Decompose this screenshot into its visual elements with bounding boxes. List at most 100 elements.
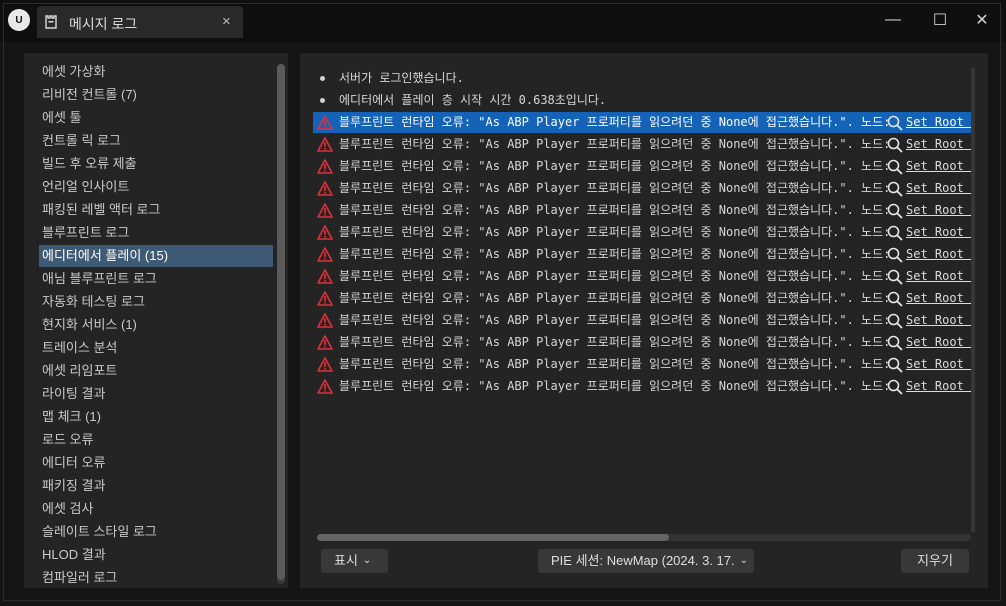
category-item[interactable]: 트레이스 분석: [39, 337, 273, 359]
log-vertical-scrollbar[interactable]: [971, 68, 975, 532]
warning-icon: [317, 335, 333, 350]
log-message-text: 블루프린트 런타임 오류: "As ABP Player 프로퍼티를 읽으려던 …: [339, 313, 891, 327]
close-window-button[interactable]: ✕: [967, 8, 997, 32]
clear-button[interactable]: 지우기: [901, 549, 969, 573]
log-error-row[interactable]: 블루프린트 런타임 오류: "As ABP Player 프로퍼티를 읽으려던 …: [313, 332, 971, 353]
node-link-text[interactable]: Set Root Motion Mode: [906, 156, 971, 177]
category-item[interactable]: 언리얼 인사이트: [39, 176, 273, 198]
log-message-text: 블루프린트 런타임 오류: "As ABP Player 프로퍼티를 읽으려던 …: [339, 137, 891, 151]
log-message-text: 블루프린트 런타임 오류: "As ABP Player 프로퍼티를 읽으려던 …: [339, 225, 891, 239]
log-error-row[interactable]: 블루프린트 런타임 오류: "As ABP Player 프로퍼티를 읽으려던 …: [313, 288, 971, 309]
node-link-text[interactable]: Set Root Motion Mode: [906, 134, 971, 155]
category-item[interactable]: 라이팅 결과: [39, 383, 273, 405]
message-log-icon: [45, 15, 57, 29]
search-icon: [887, 225, 903, 241]
warning-icon: [317, 247, 333, 262]
log-error-row[interactable]: 블루프린트 런타임 오류: "As ABP Player 프로퍼티를 읽으려던 …: [313, 112, 971, 133]
tab-close-icon[interactable]: ×: [222, 13, 231, 30]
log-error-row[interactable]: 블루프린트 런타임 오류: "As ABP Player 프로퍼티를 읽으려던 …: [313, 156, 971, 177]
category-item[interactable]: 에셋 검사: [39, 498, 273, 520]
node-link-text[interactable]: Set Root Motion Mode: [906, 332, 971, 353]
pie-session-dropdown[interactable]: PIE 세션: NewMap (2024. 3. 17. ⌄: [538, 549, 754, 573]
category-item[interactable]: 패키징 결과: [39, 475, 273, 497]
category-item[interactable]: 에셋 툴: [39, 107, 273, 129]
category-item[interactable]: 에디터에서 플레이 (15): [39, 245, 273, 267]
search-icon: [887, 159, 903, 175]
log-error-row[interactable]: 블루프린트 런타임 오류: "As ABP Player 프로퍼티를 읽으려던 …: [313, 376, 971, 397]
log-error-row[interactable]: 블루프린트 런타임 오류: "As ABP Player 프로퍼티를 읽으려던 …: [313, 134, 971, 155]
unreal-logo-icon: U: [8, 9, 30, 31]
node-link-text[interactable]: Set Root Motion Mode: [906, 310, 971, 331]
log-message-text: 블루프린트 런타임 오류: "As ABP Player 프로퍼티를 읽으려던 …: [339, 115, 891, 129]
node-link-text[interactable]: Set Root Motion Mode: [906, 112, 971, 133]
show-filter-label: 표시: [334, 553, 358, 568]
category-item[interactable]: 애님 블루프린트 로그: [39, 268, 273, 290]
category-item[interactable]: 에디터 오류: [39, 452, 273, 474]
warning-icon: [317, 225, 333, 240]
show-filter-button[interactable]: 표시 ⌄: [321, 549, 388, 573]
log-message-text: 블루프린트 런타임 오류: "As ABP Player 프로퍼티를 읽으려던 …: [339, 379, 891, 393]
log-horizontal-scrollbar[interactable]: [317, 534, 971, 541]
pie-session-label: PIE 세션: NewMap (2024. 3. 17.: [551, 553, 735, 568]
log-error-row[interactable]: 블루프린트 런타임 오류: "As ABP Player 프로퍼티를 읽으려던 …: [313, 354, 971, 375]
search-icon: [887, 269, 903, 285]
log-error-row[interactable]: 블루프린트 런타임 오류: "As ABP Player 프로퍼티를 읽으려던 …: [313, 178, 971, 199]
log-message-text: 블루프린트 런타임 오류: "As ABP Player 프로퍼티를 읽으려던 …: [339, 181, 891, 195]
message-log-window: U 메시지 로그 × — ☐ ✕ 에셋 가상화 리비전 컨트롤 (7) 에셋 툴 컨트…: [0, 0, 1006, 606]
search-icon: [887, 115, 903, 131]
warning-icon: [317, 137, 333, 152]
category-item[interactable]: 맵 체크 (1): [39, 406, 273, 428]
log-message-text: 블루프린트 런타임 오류: "As ABP Player 프로퍼티를 읽으려던 …: [339, 291, 891, 305]
log-message-text: 에디터에서 플레이 층 시작 시간 0.638초입니다.: [339, 93, 607, 107]
category-item[interactable]: 컴파일러 로그: [39, 567, 273, 588]
category-item[interactable]: 컨트롤 릭 로그: [39, 130, 273, 152]
warning-icon: [317, 115, 333, 130]
warning-icon: [317, 357, 333, 372]
category-item[interactable]: 로드 오류: [39, 429, 273, 451]
category-item[interactable]: HLOD 결과: [39, 544, 273, 566]
category-item[interactable]: 자동화 테스팅 로그: [39, 291, 273, 313]
node-link-text[interactable]: Set Root Motion Mode: [906, 178, 971, 199]
tab-message-log[interactable]: 메시지 로그 ×: [37, 6, 243, 38]
tab-title: 메시지 로그: [69, 16, 138, 32]
node-link-text[interactable]: Set Root Motion Mode: [906, 222, 971, 243]
log-error-row[interactable]: 블루프린트 런타임 오류: "As ABP Player 프로퍼티를 읽으려던 …: [313, 244, 971, 265]
log-error-row[interactable]: 블루프린트 런타임 오류: "As ABP Player 프로퍼티를 읽으려던 …: [313, 200, 971, 221]
category-item[interactable]: 현지화 서비스 (1): [39, 314, 273, 336]
log-message-text: 블루프린트 런타임 오류: "As ABP Player 프로퍼티를 읽으려던 …: [339, 159, 891, 173]
minimize-button[interactable]: —: [878, 8, 908, 32]
node-link-text[interactable]: Set Root Motion Mode: [906, 288, 971, 309]
node-link-text[interactable]: Set Root Motion Mode: [906, 266, 971, 287]
chevron-down-icon: ⌄: [362, 555, 372, 566]
title-bar: U 메시지 로그 × — ☐ ✕: [0, 0, 1006, 42]
log-error-row[interactable]: 블루프린트 런타임 오류: "As ABP Player 프로퍼티를 읽으려던 …: [313, 266, 971, 287]
node-link-text[interactable]: Set Root Motion Mode: [906, 244, 971, 265]
node-link-text[interactable]: Set Root Motion Mode: [906, 354, 971, 375]
log-error-row[interactable]: 블루프린트 런타임 오류: "As ABP Player 프로퍼티를 읽으려던 …: [313, 310, 971, 331]
category-item[interactable]: 에셋 가상화: [39, 61, 273, 83]
category-item[interactable]: 패킹된 레벨 액터 로그: [39, 199, 273, 221]
category-scrollbar-thumb[interactable]: [277, 64, 285, 580]
log-message-text: 블루프린트 런타임 오류: "As ABP Player 프로퍼티를 읽으려던 …: [339, 247, 891, 261]
log-message-text: 블루프린트 런타임 오류: "As ABP Player 프로퍼티를 읽으려던 …: [339, 357, 891, 371]
search-icon: [887, 357, 903, 373]
category-item[interactable]: 에셋 리임포트: [39, 360, 273, 382]
category-item[interactable]: 슬레이트 스타일 로그: [39, 521, 273, 543]
category-item[interactable]: 빌드 후 오류 제출: [39, 153, 273, 175]
node-link-text[interactable]: Set Root Motion Mode: [906, 200, 971, 221]
category-item[interactable]: 리비전 컨트롤 (7): [39, 84, 273, 106]
node-link-text[interactable]: Set Root Motion Mode: [906, 376, 971, 397]
log-info-row[interactable]: 서버가 로그인했습니다.: [313, 68, 971, 89]
warning-icon: [317, 181, 333, 196]
category-scrollbar[interactable]: [277, 64, 285, 584]
warning-icon: [317, 313, 333, 328]
log-info-row[interactable]: 에디터에서 플레이 층 시작 시간 0.638초입니다.: [313, 90, 971, 111]
warning-icon: [317, 379, 333, 394]
maximize-button[interactable]: ☐: [925, 8, 955, 32]
log-error-row[interactable]: 블루프린트 런타임 오류: "As ABP Player 프로퍼티를 읽으려던 …: [313, 222, 971, 243]
search-icon: [887, 203, 903, 219]
category-item[interactable]: 블루프린트 로그: [39, 222, 273, 244]
warning-icon: [317, 291, 333, 306]
log-horizontal-scrollbar-thumb[interactable]: [317, 534, 669, 541]
search-icon: [887, 313, 903, 329]
